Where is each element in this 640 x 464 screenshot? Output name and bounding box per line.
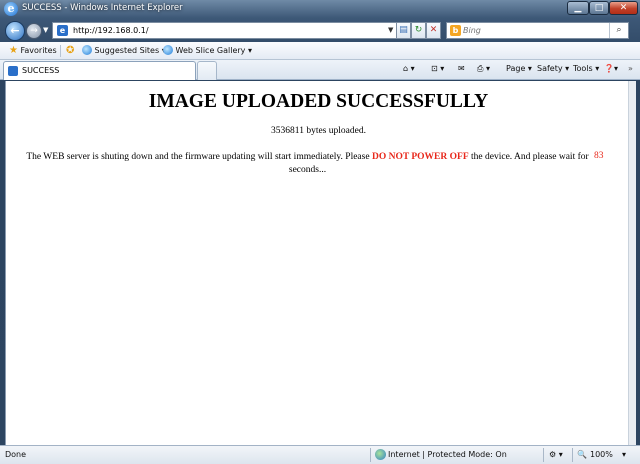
web-slice-gallery-link[interactable]: Web Slice Gallery ▾ — [163, 45, 252, 55]
status-divider — [572, 448, 573, 462]
refresh-button[interactable]: ↻ — [411, 22, 426, 39]
status-divider — [543, 448, 544, 462]
page-heading: IMAGE UPLOADED SUCCESSFULLY — [148, 91, 489, 112]
protected-mode-icon[interactable]: ⚙ ▾ — [549, 450, 563, 459]
suggested-sites-link[interactable]: Suggested Sites ▾ — [82, 45, 166, 55]
security-zone-text[interactable]: Internet | Protected Mode: On — [388, 450, 507, 459]
tab-success[interactable]: SUCCESS — [3, 61, 196, 80]
maximize-button[interactable]: □ — [589, 1, 609, 15]
more-chevron-icon[interactable]: » — [628, 64, 633, 73]
window-title: SUCCESS - Windows Internet Explorer — [22, 3, 183, 13]
web-slice-gallery-label: Web Slice Gallery ▾ — [175, 46, 252, 55]
favorites-bar: ★ Favorites ✪ Suggested Sites ▾ Web Slic… — [0, 42, 640, 60]
print-button[interactable]: ⎙ ▾ — [477, 64, 490, 74]
compatibility-view-button[interactable]: ▤ — [396, 22, 411, 39]
feeds-button[interactable]: ⊡ ▾ — [431, 64, 444, 73]
minimize-button[interactable]: ▁ — [567, 1, 589, 15]
tab-page-icon — [8, 66, 18, 76]
help-menu[interactable]: ❓▾ — [604, 64, 618, 73]
bytes-uploaded-text: 3536811 bytes uploaded. — [271, 126, 366, 136]
stop-button[interactable]: ✕ — [426, 22, 441, 39]
search-icon[interactable]: ⌕ — [609, 23, 628, 38]
zoom-icon: 🔍 — [577, 450, 587, 459]
recent-pages-dropdown[interactable]: ▼ — [43, 26, 48, 34]
back-button[interactable]: ← — [5, 21, 25, 41]
internet-zone-icon — [375, 449, 386, 460]
favorites-divider — [60, 45, 61, 57]
tab-bar: SUCCESS ⌂ ▾ ⊡ ▾ ✉ ⎙ ▾ Page ▾ Safety ▾ To… — [0, 60, 640, 80]
status-bar: Done Internet | Protected Mode: On ⚙ ▾ 🔍… — [0, 445, 640, 464]
ie-page-icon — [163, 45, 173, 55]
favorites-label: Favorites — [20, 46, 57, 55]
message-text-before: The WEB server is shuting down and the f… — [26, 152, 372, 162]
ie-logo-icon: e — [4, 2, 18, 16]
ie-page-icon — [82, 45, 92, 55]
zoom-dropdown-icon[interactable]: ▾ — [622, 450, 626, 459]
zoom-level[interactable]: 100% — [590, 450, 613, 459]
home-button[interactable]: ⌂ ▾ — [403, 64, 415, 73]
safety-menu[interactable]: Safety ▾ — [537, 64, 569, 73]
page-menu[interactable]: Page ▾ — [506, 64, 532, 73]
favorites-star-icon: ★ — [9, 45, 18, 56]
vertical-scrollbar[interactable] — [628, 81, 636, 445]
countdown-value: 83 — [594, 151, 604, 161]
add-favorite-icon: ✪ — [66, 45, 75, 56]
new-tab-button[interactable] — [197, 61, 217, 80]
suggested-sites-label: Suggested Sites ▾ — [94, 46, 166, 55]
page-content: IMAGE UPLOADED SUCCESSFULLY 3536811 byte… — [5, 81, 630, 445]
power-off-warning: DO NOT POWER OFF — [371, 152, 469, 162]
title-bar: e SUCCESS - Windows Internet Explorer ▁ … — [0, 0, 640, 18]
address-url[interactable]: http://192.168.0.1/ — [73, 26, 149, 35]
address-dropdown-icon[interactable]: ▼ — [388, 26, 393, 34]
tab-label: SUCCESS — [22, 66, 60, 75]
search-box[interactable]: b ⌕ — [446, 22, 629, 39]
tools-menu[interactable]: Tools ▾ — [573, 64, 599, 73]
add-to-favorites-bar-button[interactable]: ✪ — [66, 45, 74, 56]
browser-window: e SUCCESS - Windows Internet Explorer ▁ … — [0, 0, 640, 464]
search-input[interactable] — [463, 24, 603, 37]
address-bar[interactable]: e http://192.168.0.1/ ▼ — [52, 22, 397, 39]
status-message: The WEB server is shuting down and the f… — [15, 151, 600, 176]
forward-button[interactable]: → — [26, 23, 42, 39]
favorites-button[interactable]: ★ Favorites — [9, 45, 57, 56]
status-text: Done — [5, 450, 27, 459]
page-icon: e — [57, 25, 68, 36]
status-divider — [370, 448, 371, 462]
close-button[interactable]: ✕ — [609, 1, 638, 15]
read-mail-button[interactable]: ✉ — [458, 64, 465, 73]
bing-icon: b — [450, 25, 461, 36]
